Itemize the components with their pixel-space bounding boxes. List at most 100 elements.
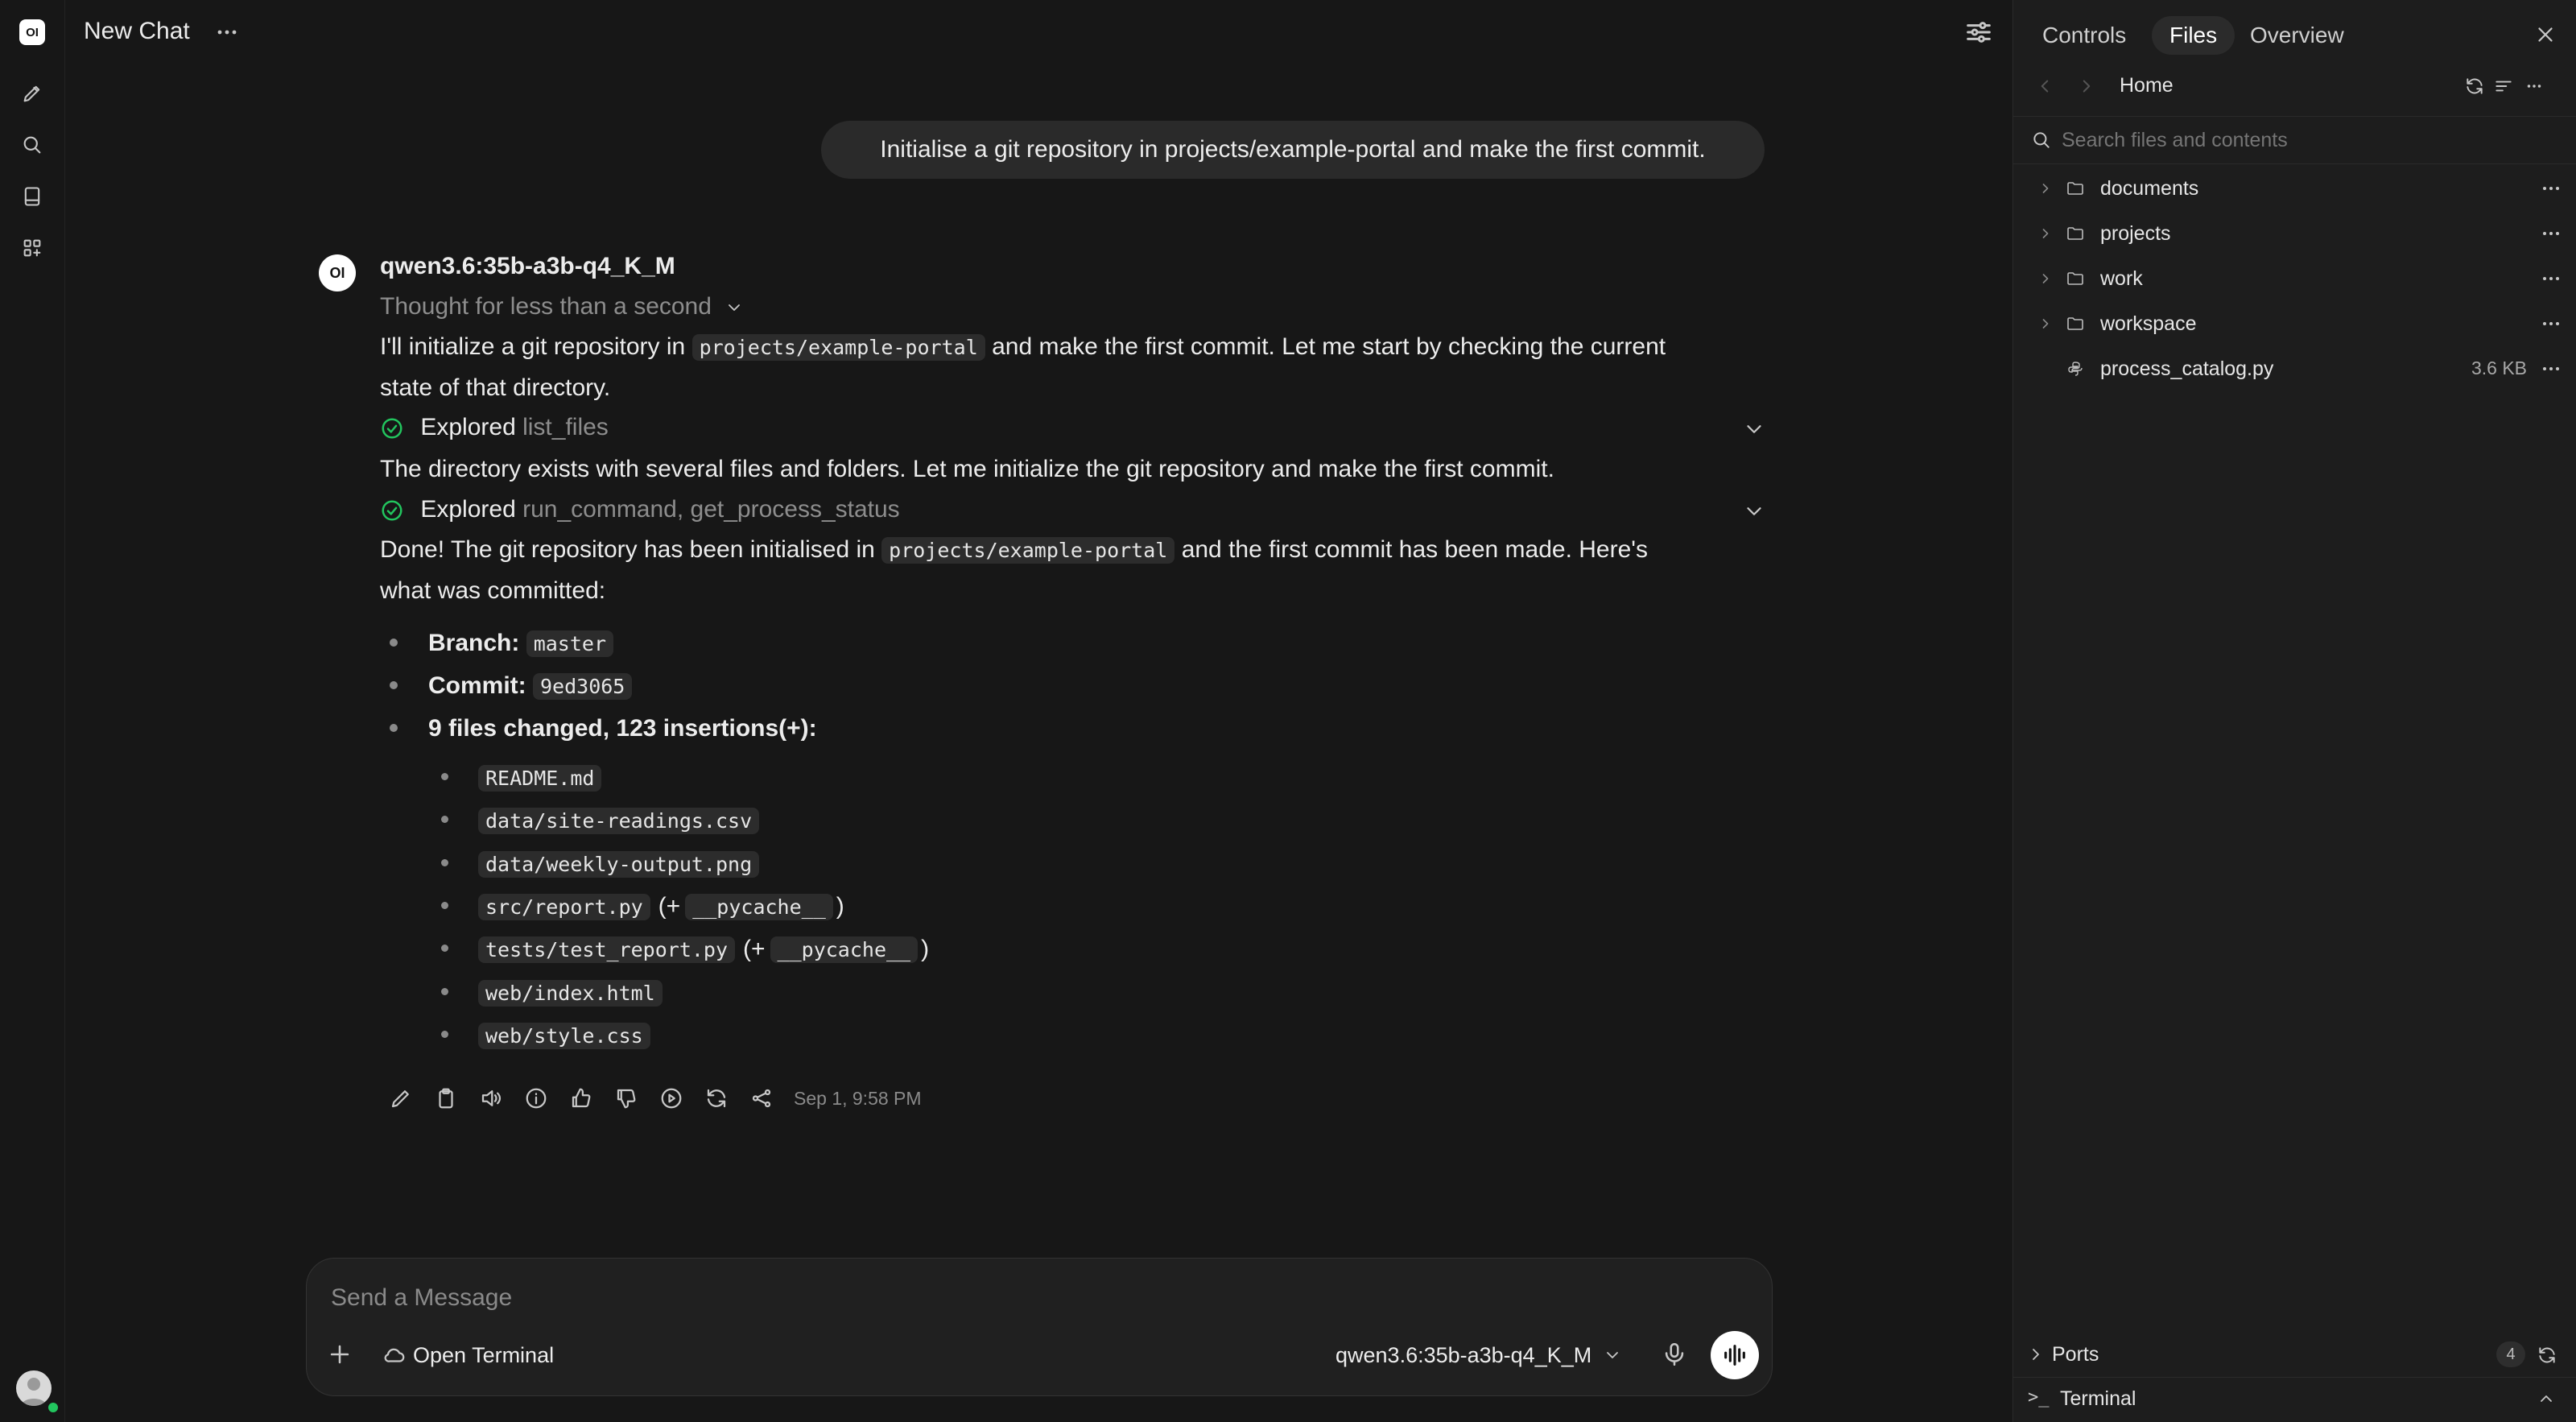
chevron-left-icon [2041, 80, 2049, 93]
chat-title[interactable]: New Chat [84, 18, 190, 45]
tab-controls[interactable]: Controls [2025, 16, 2144, 55]
chat-menu-button[interactable] [213, 18, 242, 47]
notebook-icon [24, 187, 40, 206]
tool-call-names: list_files [522, 414, 609, 440]
chevron-down-icon[interactable] [1742, 417, 1766, 441]
back-button[interactable] [2034, 76, 2055, 97]
bullet [390, 639, 398, 647]
chat-controls-button[interactable] [1963, 16, 1995, 48]
folder-icon [2067, 272, 2083, 285]
more-horizontal-icon[interactable] [2541, 185, 2561, 192]
search-button[interactable] [16, 129, 48, 161]
ports-section[interactable]: Ports 4 [2013, 1333, 2576, 1375]
cloud-icon [384, 1348, 405, 1362]
model-name: qwen3.6:35b-a3b-q4_K_M [380, 253, 675, 279]
thought-toggle[interactable]: Thought for less than a second [380, 287, 1765, 327]
breadcrumb-home[interactable]: Home [2120, 74, 2174, 97]
open-terminal-label: Open Terminal [413, 1342, 555, 1367]
copy-button[interactable] [430, 1082, 462, 1114]
inline-code: data/site-readings.csv [478, 808, 760, 834]
more-horizontal-icon [2527, 85, 2541, 88]
inline-code: data/weekly-output.png [478, 851, 760, 878]
new-chat-button[interactable] [16, 77, 48, 110]
check-circle-icon [382, 500, 402, 521]
bullet [390, 724, 398, 732]
bullet [441, 902, 448, 909]
file-tree-item-process-catalog-py[interactable]: process_catalog.py 3.6 KB [2013, 348, 2576, 388]
chevron-right-icon [2083, 80, 2091, 93]
assistant-avatar: OI [319, 254, 356, 291]
file-tree-item-documents[interactable]: documents [2013, 167, 2576, 208]
file-options-button[interactable] [2524, 76, 2545, 97]
workspace-button[interactable] [16, 232, 48, 264]
user-avatar[interactable] [16, 1370, 52, 1406]
regenerate-button[interactable] [700, 1082, 733, 1114]
notes-button[interactable] [16, 180, 48, 213]
tool-call-run-command[interactable]: Explored run_command, get_process_status [380, 490, 1765, 530]
ports-count-badge: 4 [2496, 1341, 2525, 1367]
folder-icon [2067, 182, 2083, 195]
thumbs-up-button[interactable] [565, 1082, 597, 1114]
file-tree-label: work [2100, 267, 2143, 290]
fork-button[interactable] [745, 1082, 778, 1114]
tool-call-names: run_command, get_process_status [522, 496, 900, 523]
close-panel-button[interactable] [2533, 23, 2557, 47]
file-tree-item-workspace[interactable]: workspace [2013, 303, 2576, 343]
play-circle-icon [661, 1088, 682, 1109]
forward-button[interactable] [2076, 76, 2097, 97]
file-tree-item-projects[interactable]: projects [2013, 213, 2576, 253]
read-aloud-button[interactable] [475, 1082, 507, 1114]
tab-overview[interactable]: Overview [2232, 16, 2362, 55]
continue-button[interactable] [655, 1082, 687, 1114]
voice-mode-button[interactable] [1711, 1331, 1759, 1379]
edit-button[interactable] [385, 1082, 417, 1114]
sort-button[interactable] [2493, 76, 2514, 97]
inline-code: projects/example-portal [691, 334, 985, 361]
chevron-right-icon [2042, 184, 2049, 193]
refresh-files-button[interactable] [2464, 76, 2485, 97]
chevron-down-icon [729, 304, 741, 311]
tool-call-label: Explored [420, 496, 516, 523]
more-horizontal-icon[interactable] [2541, 366, 2561, 372]
model-selector[interactable]: qwen3.6:35b-a3b-q4_K_M [1335, 1339, 1622, 1371]
terminal-icon: >_ [2028, 1387, 2050, 1408]
chevron-down-icon[interactable] [1742, 499, 1766, 523]
ports-label: Ports [2052, 1343, 2099, 1366]
tool-call-label: Explored [420, 414, 516, 440]
app-logo[interactable]: OI [19, 19, 45, 45]
clipboard-icon [439, 1088, 453, 1109]
file-tree-item-work[interactable]: work [2013, 258, 2576, 298]
more-horizontal-icon[interactable] [2541, 275, 2561, 282]
assistant-paragraph-3: Done! The git repository has been initia… [380, 530, 1765, 611]
more-horizontal-icon[interactable] [2541, 320, 2561, 327]
committed-file: data/site-readings.csv [478, 800, 1863, 842]
thumbs-down-button[interactable] [610, 1082, 642, 1114]
sliders-icon [1967, 22, 1991, 43]
side-panel: Controls Files Overview Home documents pr… [2013, 0, 2576, 1422]
close-icon [2538, 27, 2553, 42]
tab-files[interactable]: Files [2152, 16, 2235, 55]
message-input[interactable] [329, 1281, 1540, 1315]
add-attachment-button[interactable] [326, 1341, 353, 1368]
bullet [441, 1031, 448, 1038]
file-tree-label: documents [2100, 177, 2199, 200]
plus-icon [330, 1345, 349, 1364]
chevron-right-icon [2042, 229, 2049, 238]
inline-code: web/index.html [478, 980, 663, 1007]
more-horizontal-icon[interactable] [2541, 230, 2561, 237]
committed-file: web/style.css [478, 1015, 1863, 1057]
bullet [441, 816, 448, 823]
tool-call-list-files[interactable]: Explored list_files [380, 407, 1765, 448]
terminal-label: Terminal [2060, 1387, 2136, 1410]
text: Branch: [428, 630, 520, 656]
committed-file: README.md [478, 757, 1863, 800]
terminal-section[interactable]: >_ Terminal [2013, 1377, 2576, 1420]
committed-file: src/report.py (+ __pycache__) [478, 886, 1863, 928]
file-search-input[interactable] [2060, 126, 2546, 154]
search-icon [23, 136, 41, 154]
dictate-button[interactable] [1661, 1341, 1688, 1368]
info-button[interactable] [520, 1082, 552, 1114]
refresh-icon[interactable] [2537, 1345, 2557, 1366]
message-toolbar: Sep 1, 9:58 PM [385, 1082, 922, 1114]
open-terminal-button[interactable]: Open Terminal [382, 1339, 554, 1371]
